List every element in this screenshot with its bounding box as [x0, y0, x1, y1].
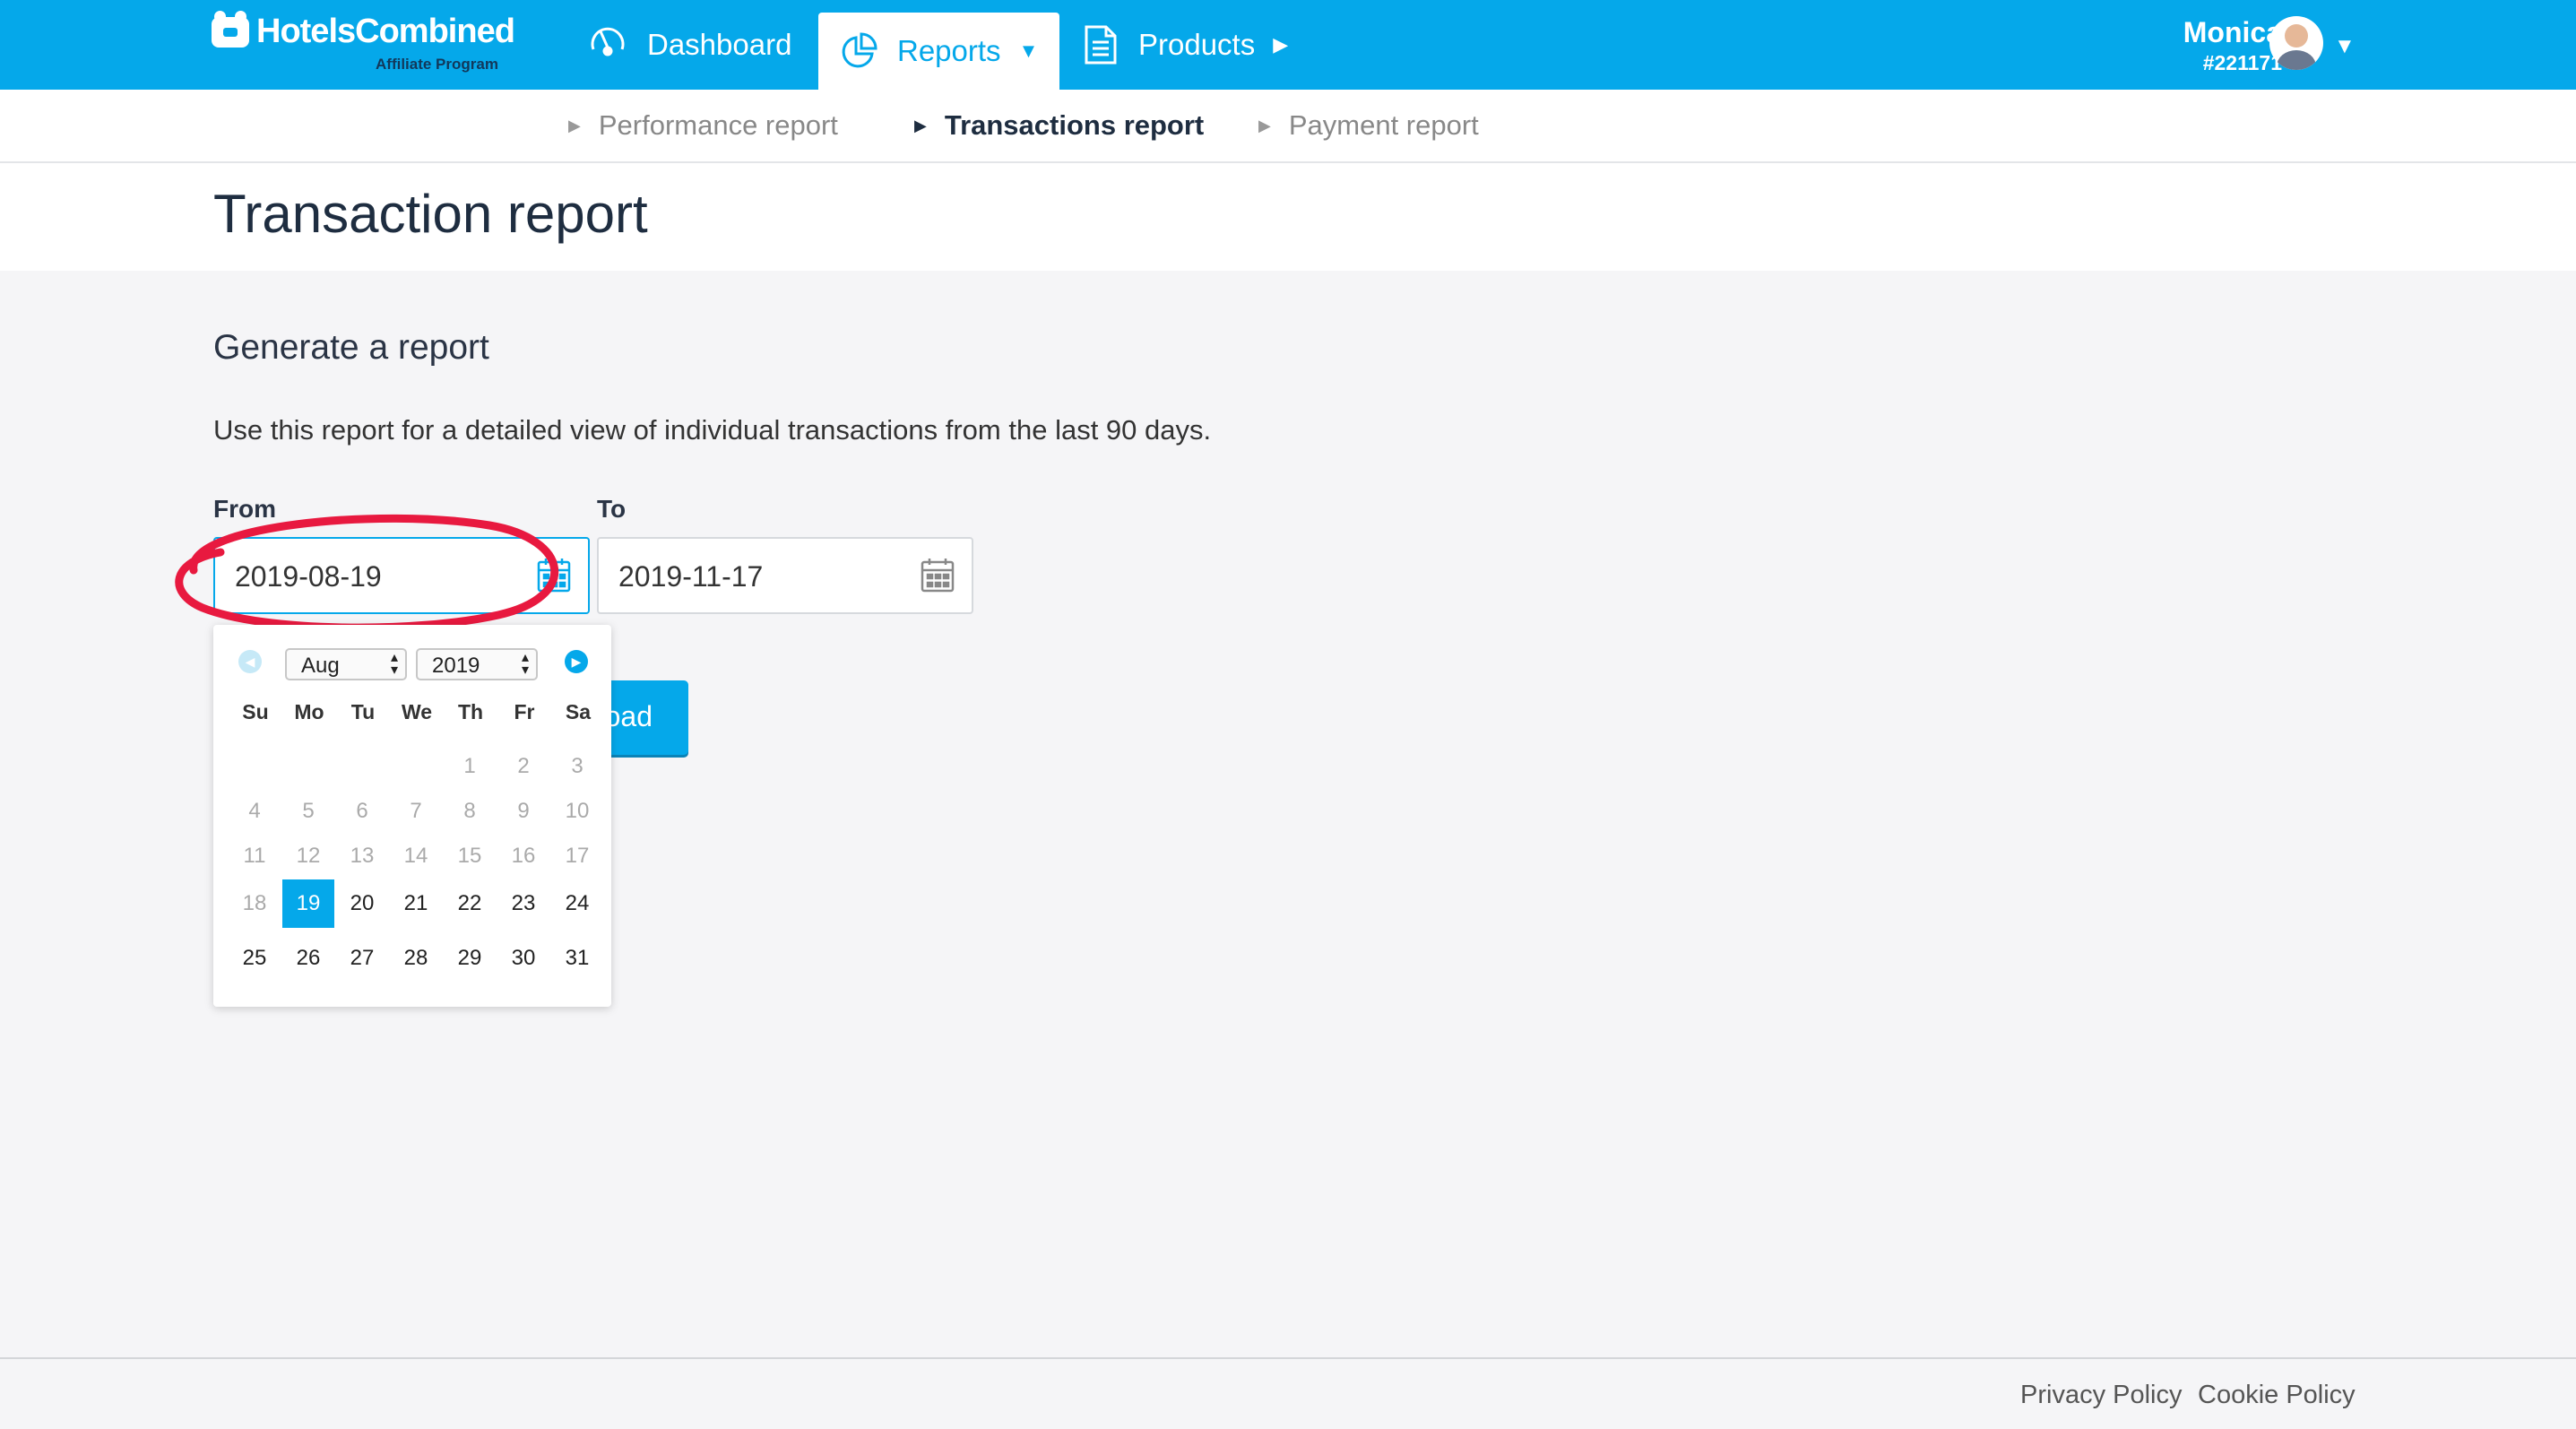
- logo-subtitle: Affiliate Program: [376, 56, 498, 73]
- calendar-day[interactable]: 20: [336, 879, 388, 928]
- calendar-day[interactable]: 24: [551, 879, 603, 928]
- section-title: Generate a report: [213, 328, 489, 367]
- bear-logo-icon: [212, 10, 249, 48]
- calendar-day: 17: [565, 844, 590, 868]
- nav-dashboard[interactable]: Dashboard: [588, 0, 791, 90]
- calendar-day[interactable]: 25: [229, 934, 281, 983]
- logo-text-hotels: Hotels: [256, 13, 356, 50]
- calendar-day[interactable]: 31: [551, 934, 603, 983]
- logo-text-combined: Combined: [355, 13, 515, 50]
- user-id: #221171: [2202, 51, 2282, 74]
- footer: Privacy Policy Cookie Policy: [0, 1359, 2576, 1429]
- calendar-day: 3: [571, 754, 583, 778]
- calendar-day: 14: [403, 844, 428, 868]
- calendar-day[interactable]: 21: [390, 879, 442, 928]
- prev-month-icon[interactable]: ◀: [238, 650, 262, 673]
- weekday-header: Tu: [350, 700, 376, 723]
- cookie-policy-link[interactable]: Cookie Policy: [2198, 1381, 2356, 1410]
- calendar-day: 2: [517, 754, 530, 778]
- weekday-header: Th: [457, 700, 484, 723]
- weekday-header: Sa: [565, 700, 592, 723]
- user-caret-down-icon[interactable]: ▼: [2334, 34, 2356, 59]
- calendar-icon[interactable]: [920, 557, 955, 594]
- page-header: Transaction report: [0, 163, 2576, 271]
- calendar-day[interactable]: 23: [497, 879, 549, 928]
- weekday-header: Su: [242, 700, 269, 723]
- calendar-day: 10: [565, 799, 590, 823]
- nav-dashboard-label: Dashboard: [647, 28, 792, 61]
- selected-day[interactable]: 19: [282, 879, 334, 928]
- month-select-value: Aug: [301, 654, 340, 678]
- user-name: Monica: [2183, 16, 2282, 48]
- calendar-day[interactable]: 29: [444, 934, 496, 983]
- red-circle-annotation: [175, 514, 558, 632]
- calendar-day[interactable]: 30: [497, 934, 549, 983]
- weekday-header: Fr: [514, 700, 535, 723]
- reports-subnav: ▶ Performance report ▶ Transactions repo…: [0, 90, 2576, 163]
- year-select-value: 2019: [432, 654, 480, 678]
- year-select[interactable]: 2019 ▴ ▾: [416, 648, 538, 680]
- to-date-input[interactable]: 2019-11-17: [597, 537, 973, 614]
- triangle-right-icon: ▶: [914, 116, 927, 134]
- calendar-day: 4: [248, 799, 261, 823]
- avatar[interactable]: [2269, 16, 2323, 70]
- subnav-transactions-label: Transactions report: [944, 109, 1205, 141]
- download-button-label: oad: [604, 700, 653, 732]
- calendar-day: 12: [296, 844, 321, 868]
- report-description: Use this report for a detailed view of i…: [213, 414, 1212, 446]
- select-arrows-icon: ▴ ▾: [390, 650, 398, 678]
- pie-chart-icon: [842, 32, 877, 68]
- calendar-day: 16: [511, 844, 536, 868]
- triangle-right-icon: ▶: [1258, 116, 1271, 134]
- to-label: To: [597, 495, 627, 523]
- calendar-day: 9: [517, 799, 530, 823]
- weekday-header: We: [401, 700, 433, 723]
- privacy-policy-link[interactable]: Privacy Policy: [2020, 1381, 2183, 1410]
- nav-reports-label: Reports: [897, 34, 1001, 67]
- select-arrows-icon: ▴ ▾: [521, 650, 529, 678]
- user-menu[interactable]: Monica #221171: [2183, 16, 2282, 75]
- caret-right-icon: ▶: [1273, 33, 1289, 56]
- subnav-payment-label: Payment report: [1288, 109, 1479, 141]
- hotelscombined-logo[interactable]: Hotels Combined Affiliate Program: [212, 10, 515, 73]
- calendar-day: 13: [350, 844, 375, 868]
- gauge-icon: [591, 27, 625, 56]
- month-select[interactable]: Aug ▴ ▾: [285, 648, 407, 680]
- document-icon: [1085, 25, 1117, 65]
- weekday-header: Mo: [294, 700, 324, 723]
- calendar-day[interactable]: 26: [282, 934, 334, 983]
- subnav-performance-label: Performance report: [598, 109, 838, 141]
- datepicker-popup: ◀ Aug ▴ ▾ 2019 ▴ ▾ ▶ Su Mo Tu We Th Fr Sa 1 2 3 4 5 6 7…: [213, 625, 611, 1007]
- next-month-icon[interactable]: ▶: [565, 650, 588, 673]
- calendar-day: 1: [463, 754, 476, 778]
- nav-products[interactable]: Products ▶: [1083, 0, 1288, 90]
- page-title: Transaction report: [213, 184, 648, 244]
- calendar-day[interactable]: 22: [444, 879, 496, 928]
- triangle-right-icon: ▶: [568, 116, 581, 134]
- calendar-day: 8: [463, 799, 476, 823]
- top-navbar: Hotels Combined Affiliate Program Dashboa…: [0, 0, 2576, 90]
- calendar-day: 5: [302, 799, 315, 823]
- subnav-transactions-report[interactable]: ▶ Transactions report: [914, 109, 1204, 142]
- subnav-performance-report[interactable]: ▶ Performance report: [568, 109, 838, 142]
- subnav-payment-report[interactable]: ▶ Payment report: [1258, 109, 1479, 142]
- calendar-day: 7: [410, 799, 422, 823]
- to-date-value: 2019-11-17: [618, 560, 764, 593]
- calendar-day: 18: [242, 891, 267, 915]
- nav-reports[interactable]: Reports ▼: [818, 13, 1060, 90]
- nav-products-label: Products: [1138, 28, 1256, 61]
- calendar-day: 15: [457, 844, 482, 868]
- calendar-day: 6: [356, 799, 368, 823]
- calendar-day: 11: [243, 844, 266, 868]
- calendar-day[interactable]: 28: [390, 934, 442, 983]
- caret-down-icon: ▼: [1018, 39, 1039, 62]
- calendar-day[interactable]: 27: [336, 934, 388, 983]
